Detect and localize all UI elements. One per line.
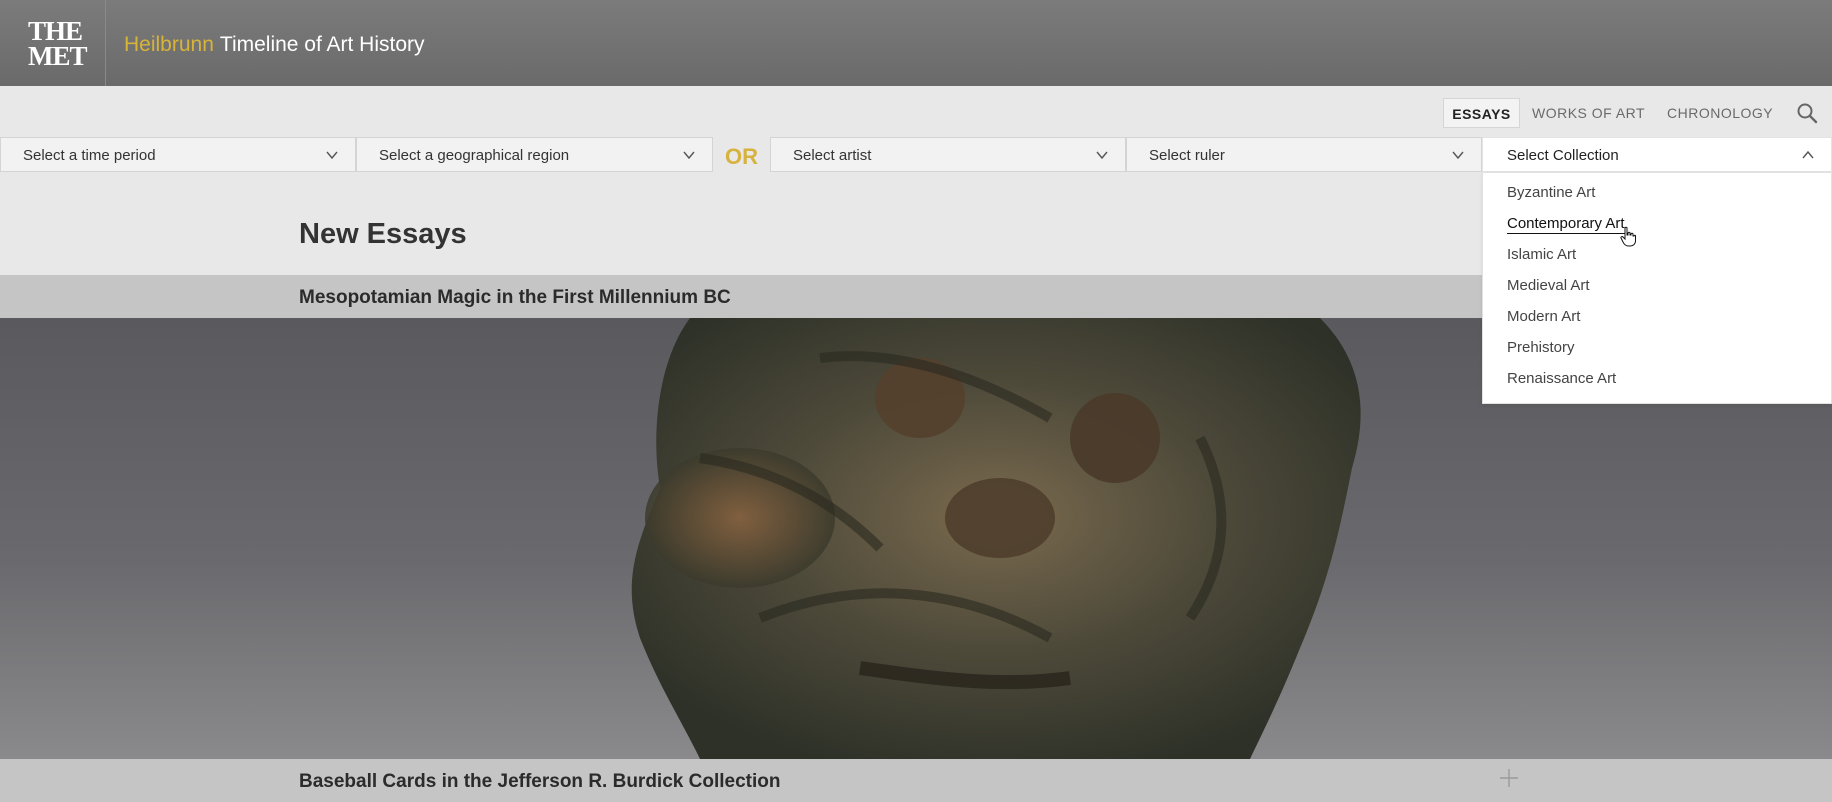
ruler-label: Select ruler — [1149, 147, 1225, 164]
logo-line-2: MET — [28, 41, 88, 71]
nav-works-of-art[interactable]: WORKS OF ART — [1532, 98, 1645, 128]
chevron-down-icon — [683, 151, 695, 160]
essay-title[interactable]: Mesopotamian Magic in the First Millenni… — [299, 287, 731, 309]
ruler-select[interactable]: Select ruler — [1126, 137, 1482, 172]
time-period-select[interactable]: Select a time period — [0, 137, 356, 172]
nav-essays[interactable]: ESSAYS — [1443, 98, 1520, 128]
section-title: New Essays — [299, 218, 467, 250]
dropdown-item-modern-art[interactable]: Modern Art — [1507, 308, 1580, 325]
or-separator: OR — [725, 144, 758, 169]
essay-bar[interactable]: Mesopotamian Magic in the First Millenni… — [0, 275, 1482, 318]
met-logo[interactable]: THE MET — [0, 0, 106, 86]
nav-chronology[interactable]: CHRONOLOGY — [1667, 98, 1773, 128]
dropdown-item-medieval-art[interactable]: Medieval Art — [1507, 277, 1590, 294]
site-title-highlight: Heilbrunn — [124, 33, 214, 56]
site-header: THE MET Heilbrunn Timeline of Art History — [0, 0, 1832, 86]
dropdown-item-islamic-art[interactable]: Islamic Art — [1507, 246, 1576, 263]
hand-cursor-icon — [1620, 226, 1636, 247]
region-select[interactable]: Select a geographical region — [356, 137, 713, 172]
dropdown-item-renaissance-art[interactable]: Renaissance Art — [1507, 370, 1616, 387]
chevron-up-icon — [1802, 150, 1814, 159]
time-period-label: Select a time period — [23, 147, 156, 164]
dropdown-item-prehistory[interactable]: Prehistory — [1507, 339, 1575, 356]
artist-select[interactable]: Select artist — [770, 137, 1126, 172]
essay-title[interactable]: Baseball Cards in the Jefferson R. Burdi… — [299, 771, 780, 793]
site-title[interactable]: Heilbrunn Timeline of Art History — [124, 33, 425, 57]
page: THE MET Heilbrunn Timeline of Art History… — [0, 0, 1832, 802]
expand-plus-icon[interactable] — [1498, 767, 1520, 789]
chevron-down-icon — [1096, 151, 1108, 160]
collection-label: Select Collection — [1507, 147, 1619, 164]
artist-label: Select artist — [793, 147, 872, 164]
chevron-down-icon — [1452, 151, 1464, 160]
dropdown-item-contemporary-art[interactable]: Contemporary Art — [1507, 215, 1625, 234]
collection-dropdown: Byzantine Art Contemporary Art Islamic A… — [1482, 172, 1832, 404]
chevron-down-icon — [326, 151, 338, 160]
region-label: Select a geographical region — [379, 147, 570, 164]
collection-select[interactable]: Select Collection — [1482, 137, 1832, 172]
essay-bar[interactable]: Baseball Cards in the Jefferson R. Burdi… — [0, 759, 1832, 802]
search-icon[interactable] — [1796, 102, 1818, 124]
site-title-rest: Timeline of Art History — [219, 33, 425, 56]
dropdown-item-byzantine-art[interactable]: Byzantine Art — [1507, 184, 1595, 201]
